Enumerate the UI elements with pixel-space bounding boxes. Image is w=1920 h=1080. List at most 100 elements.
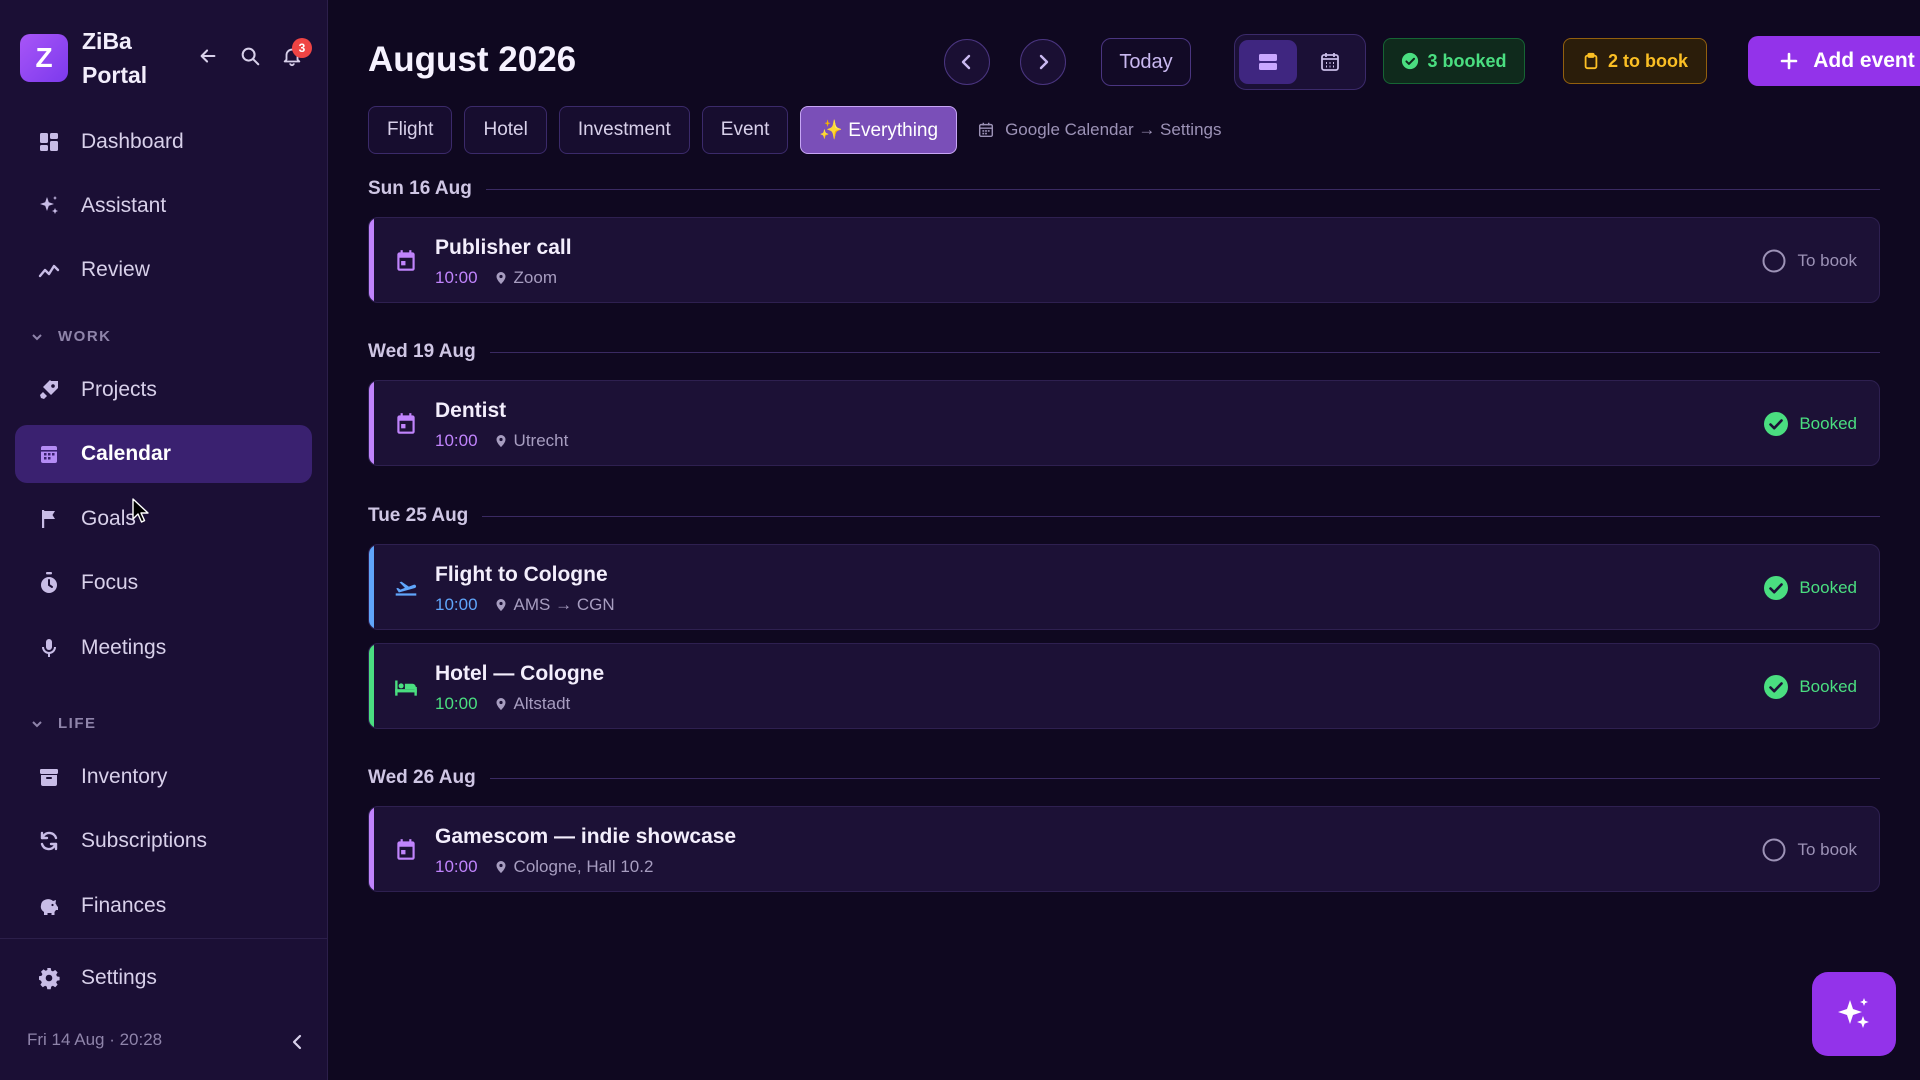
sidebar-item-label: Dashboard [81,130,184,153]
brand[interactable]: Z ZiBa Portal [20,24,172,92]
filter-everything[interactable]: ✨ Everything [800,106,958,154]
notifications-bell-icon[interactable]: 3 [280,38,312,68]
chevron-down-icon [32,333,42,340]
event-status-text: Booked [1799,578,1857,597]
collapse-sidebar-icon[interactable] [288,1032,308,1052]
booked-count-text: 3 booked [1427,50,1507,71]
sidebar-item-settings[interactable]: Settings [15,949,312,1007]
check-circle-icon [1764,576,1789,600]
event-row[interactable]: Dentist 10:00 Utrecht Booked [368,380,1880,466]
section-life[interactable]: LIFE [30,715,97,732]
clipboard-icon [1584,52,1598,70]
list-view-button[interactable] [1239,40,1297,84]
trend-icon [35,256,63,284]
event-status[interactable]: Booked [1763,674,1857,700]
sidebar-item-assistant[interactable]: Assistant [15,177,312,235]
event-status[interactable]: To book [1761,248,1857,274]
event-time: 10:00 [435,431,478,450]
prev-month-button[interactable] [944,39,990,85]
calendar-event-icon [391,835,421,865]
day-divider [489,351,1880,353]
back-arrow-icon[interactable] [196,44,220,68]
sidebar-item-label: Inventory [81,765,168,788]
event-location: Zoom [513,268,558,287]
check-circle-icon [1764,412,1789,436]
airplane-departure-icon [391,573,421,603]
filter-flight[interactable]: Flight [368,106,453,154]
sidebar-item-focus[interactable]: Focus [15,554,312,612]
event-status[interactable]: Booked [1763,411,1857,437]
booked-count-badge[interactable]: 3 booked [1383,38,1525,84]
google-calendar-settings-text: Google Calendar → Settings [1005,120,1222,139]
event-time: 10:00 [435,595,478,614]
event-meta: 10:00 Utrecht [435,431,568,451]
dashboard-icon [35,128,63,156]
add-event-label: Add event [1813,49,1915,72]
sidebar-item-goals[interactable]: Goals [15,490,312,548]
filter-hotel[interactable]: Hotel [464,106,547,154]
check-circle-icon [1402,52,1419,70]
event-meta: 10:00 AMS → CGN [435,595,615,615]
filter-investment[interactable]: Investment [558,106,690,154]
timer-icon [35,569,63,597]
month-view-button[interactable] [1301,40,1359,84]
location-pin-icon [496,861,506,873]
sidebar-item-label: Focus [81,571,139,594]
sidebar-item-label: Goals [81,507,136,530]
event-row[interactable]: Flight to Cologne 10:00 AMS → CGN Booked [368,544,1880,630]
sidebar-item-meetings[interactable]: Meetings [15,619,312,677]
event-accent-bar [369,218,374,302]
gear-icon [35,964,63,992]
filter-event[interactable]: Event [701,106,789,154]
sidebar-item-label: Assistant [81,194,167,217]
sidebar-item-calendar[interactable]: Calendar [15,425,312,483]
day-divider [489,777,1880,779]
to-book-count-badge[interactable]: 2 to book [1563,38,1707,84]
sidebar-item-finances[interactable]: Finances [15,877,312,935]
event-row[interactable]: Hotel — Cologne 10:00 Altstadt Booked [368,643,1880,729]
sidebar-header-icons: 3 [196,38,312,68]
day-label: Wed 19 Aug [368,341,476,362]
rocket-icon [35,376,63,404]
search-icon[interactable] [238,44,262,68]
sidebar-item-projects[interactable]: Projects [15,361,312,419]
event-status-text: Booked [1799,677,1857,696]
event-status-text: To book [1797,251,1857,270]
location-pin-icon [496,698,506,710]
sidebar-item-label: Projects [81,378,157,401]
google-calendar-settings-link[interactable]: Google Calendar → Settings [977,120,1221,140]
event-time: 10:00 [435,857,478,876]
section-work[interactable]: WORK [30,328,112,345]
day-header: Tue 25 Aug [368,505,1880,527]
event-title: Hotel — Cologne [435,662,605,685]
event-row[interactable]: Gamescom — indie showcase 10:00 Cologne,… [368,806,1880,892]
day-divider [485,188,1880,190]
calendar-event-icon [391,409,421,439]
event-meta: 10:00 Altstadt [435,694,570,714]
today-button[interactable]: Today [1101,38,1191,86]
sidebar-item-subscriptions[interactable]: Subscriptions [15,812,312,870]
day-header: Sun 16 Aug [368,178,1880,200]
chevron-left-icon [961,54,971,70]
event-row[interactable]: Publisher call 10:00 Zoom To book [368,217,1880,303]
brand-logo: Z [20,34,68,82]
event-time: 10:00 [435,694,478,713]
sidebar-item-dashboard[interactable]: Dashboard [15,113,312,171]
empty-circle-icon [1762,838,1786,862]
sidebar-divider [0,938,328,939]
event-title: Gamescom — indie showcase [435,825,737,848]
sidebar: Z ZiBa Portal 3 Dashboard Assistant Revi… [0,0,328,1080]
event-location: Cologne, Hall 10.2 [513,857,654,876]
sidebar-item-inventory[interactable]: Inventory [15,748,312,806]
event-status[interactable]: Booked [1763,575,1857,601]
check-circle-icon [1764,675,1789,699]
next-month-button[interactable] [1020,39,1066,85]
location-pin-icon [496,599,506,611]
add-event-button[interactable]: Add event [1748,36,1920,86]
sidebar-item-review[interactable]: Review [15,241,312,299]
sparkle-icon [1838,998,1869,1028]
ai-assistant-fab[interactable] [1812,972,1896,1056]
event-status[interactable]: To book [1761,837,1857,863]
sidebar-item-label: Subscriptions [81,829,208,852]
event-accent-bar [369,807,374,891]
